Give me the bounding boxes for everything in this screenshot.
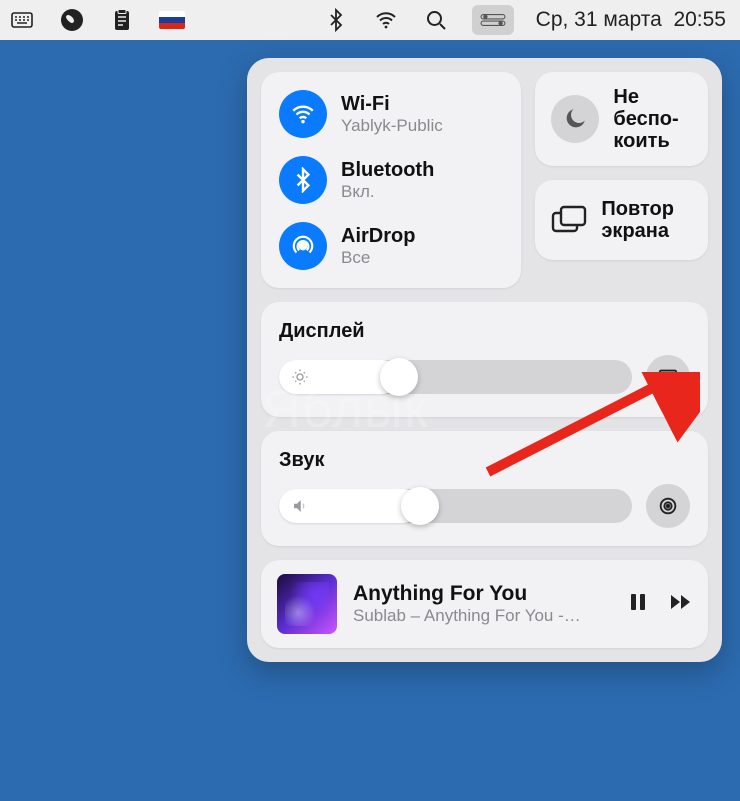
do-not-disturb-toggle[interactable]: Не беспо- коить xyxy=(535,72,708,166)
monitor-icon xyxy=(657,366,679,388)
display-tile: Дисплей xyxy=(261,302,708,417)
brightness-icon xyxy=(291,368,309,386)
spotlight-icon[interactable] xyxy=(422,6,450,34)
menubar-date: Ср, 31 марта xyxy=(536,8,662,31)
airdrop-icon xyxy=(279,222,327,270)
fast-forward-icon xyxy=(668,590,692,614)
bluetooth-toggle[interactable]: Bluetooth Вкл. xyxy=(279,156,503,204)
russian-flag-icon[interactable] xyxy=(158,6,186,34)
clipboard-icon[interactable] xyxy=(108,6,136,34)
bluetooth-subtitle: Вкл. xyxy=(341,182,434,202)
airplay-audio-icon xyxy=(657,495,679,517)
pause-icon xyxy=(626,590,650,614)
sound-tile: Звук xyxy=(261,431,708,546)
bluetooth-menu-icon[interactable] xyxy=(322,6,350,34)
menubar-datetime[interactable]: Ср, 31 марта 20:55 xyxy=(536,8,732,32)
screen-mirror-label: Повтор экрана xyxy=(601,198,674,242)
pause-button[interactable] xyxy=(626,590,650,619)
menubar: Ср, 31 марта 20:55 xyxy=(0,0,740,40)
display-settings-button[interactable] xyxy=(646,355,690,399)
screen-mirror-icon xyxy=(551,205,587,235)
track-title: Anything For You xyxy=(353,582,610,606)
now-playing-tile[interactable]: Anything For You Sublab – Anything For Y… xyxy=(261,560,708,648)
airdrop-subtitle: Все xyxy=(341,248,415,268)
volume-icon xyxy=(291,497,309,515)
keyboard-viewer-icon[interactable] xyxy=(8,6,36,34)
airdrop-title: AirDrop xyxy=(341,225,415,248)
album-artwork xyxy=(277,574,337,634)
screen-mirroring-button[interactable]: Повтор экрана xyxy=(535,180,708,260)
wifi-menu-icon[interactable] xyxy=(372,6,400,34)
dnd-label: Не беспо- коить xyxy=(613,86,692,152)
connectivity-tile: Wi-Fi Yablyk-Public Bluetooth Вкл. Air xyxy=(261,72,521,288)
sound-label: Звук xyxy=(279,449,324,472)
brightness-slider[interactable] xyxy=(279,360,632,394)
bluetooth-icon xyxy=(279,156,327,204)
menubar-right: Ср, 31 марта 20:55 xyxy=(322,5,732,35)
control-center-panel: Wi-Fi Yablyk-Public Bluetooth Вкл. Air xyxy=(247,58,722,662)
volume-slider[interactable] xyxy=(279,489,632,523)
control-center-icon[interactable] xyxy=(472,5,514,35)
display-label: Дисплей xyxy=(279,320,365,343)
wifi-icon xyxy=(279,90,327,138)
wifi-title: Wi-Fi xyxy=(341,93,443,116)
moon-icon xyxy=(551,95,599,143)
airdrop-toggle[interactable]: AirDrop Все xyxy=(279,222,503,270)
menubar-time: 20:55 xyxy=(673,8,726,31)
bluetooth-title: Bluetooth xyxy=(341,159,434,182)
wifi-subtitle: Yablyk-Public xyxy=(341,116,443,136)
wifi-toggle[interactable]: Wi-Fi Yablyk-Public xyxy=(279,90,503,138)
track-subtitle: Sublab – Anything For You -… xyxy=(353,606,610,626)
audio-output-button[interactable] xyxy=(646,484,690,528)
viber-icon[interactable] xyxy=(58,6,86,34)
next-track-button[interactable] xyxy=(668,590,692,619)
menubar-left xyxy=(8,6,186,34)
